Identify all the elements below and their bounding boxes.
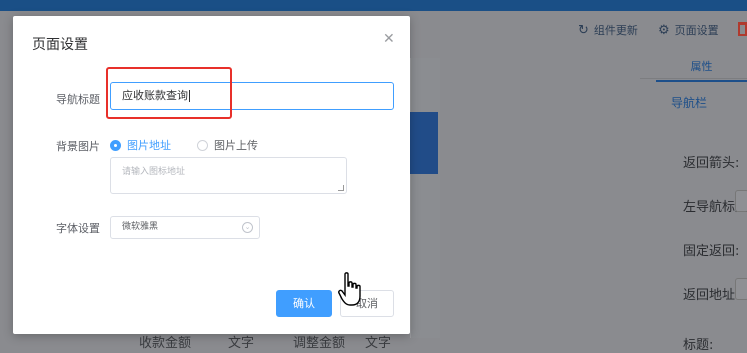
radio-image-url[interactable]: 图片地址 <box>110 137 171 153</box>
font-label: 字体设置 <box>56 222 100 235</box>
back-url-input[interactable] <box>735 278 747 300</box>
radio-image-upload-label: 图片上传 <box>214 139 258 152</box>
field-label-title: 标题: <box>683 338 714 353</box>
table-cell: 文字 <box>228 336 255 351</box>
radio-image-url-label: 图片地址 <box>127 139 171 152</box>
page-settings-button[interactable]: ⚙ 页面设置 <box>658 22 719 38</box>
radio-image-upload[interactable]: 图片上传 <box>197 137 258 153</box>
dialog-title: 页面设置 <box>32 37 88 53</box>
component-update-button[interactable]: ↻ 组件更新 <box>578 22 638 38</box>
background-image-label: 背景图片 <box>56 140 100 153</box>
delete-icon[interactable] <box>738 22 747 36</box>
divider <box>640 78 747 79</box>
field-label-back-arrow: 返回箭头: <box>683 156 740 171</box>
image-url-textarea[interactable]: 请输入图标地址 <box>110 157 347 194</box>
resize-handle-icon[interactable] <box>338 185 344 191</box>
section-navbar[interactable]: 导航栏 <box>671 94 707 111</box>
preview-highlight <box>410 112 438 174</box>
table-cell: 收款金额 <box>139 336 192 351</box>
image-url-placeholder: 请输入图标地址 <box>122 167 186 177</box>
nav-title-input[interactable]: 应收账款查询 <box>110 82 394 110</box>
left-nav-title-input[interactable] <box>735 190 747 212</box>
gear-icon: ⚙ <box>658 22 670 38</box>
confirm-button[interactable]: 确认 <box>276 290 332 317</box>
radio-unchecked-icon <box>197 139 208 151</box>
preview-scrollbar <box>410 58 440 338</box>
table-cell: 文字 <box>365 336 392 351</box>
page-settings-label: 页面设置 <box>674 24 719 37</box>
component-update-label: 组件更新 <box>593 24 638 37</box>
chevron-down-icon: ⌄ <box>242 222 253 233</box>
field-label-back-url: 返回地址: <box>683 288 740 303</box>
nav-title-value: 应收账款查询 <box>122 89 188 102</box>
field-label-fixed-back: 固定返回: <box>683 244 740 259</box>
font-select-value: 微软雅黑 <box>122 222 159 232</box>
radio-checked-icon <box>110 139 121 151</box>
refresh-icon: ↻ <box>578 22 589 38</box>
font-select[interactable]: 微软雅黑 ⌄ <box>110 216 260 239</box>
nav-title-label: 导航标题 <box>56 93 100 106</box>
hand-cursor-icon <box>338 272 361 306</box>
app-top-bar <box>0 0 747 11</box>
close-icon[interactable]: ✕ <box>383 31 395 47</box>
text-caret <box>189 90 190 102</box>
table-cell: 调整金额 <box>293 336 346 351</box>
